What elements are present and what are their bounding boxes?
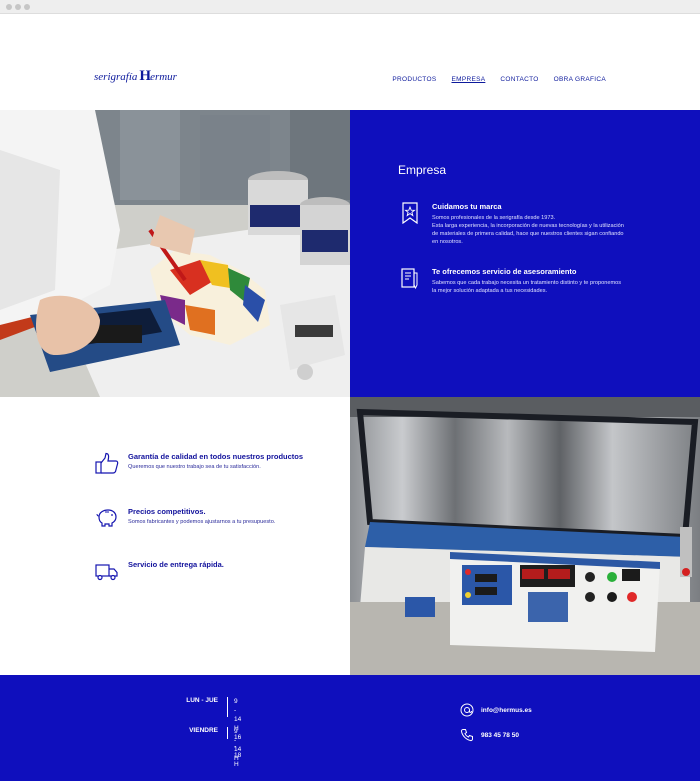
contact-info: info@hermus.es 983 45 78 50 [460, 699, 532, 749]
nav-empresa[interactable]: EMPRESA [451, 76, 485, 83]
nav-contacto[interactable]: CONTACTO [500, 76, 538, 83]
phone-number[interactable]: 983 45 78 50 [481, 732, 519, 739]
email-link[interactable]: info@hermus.es [481, 707, 532, 714]
site-header: serigrafía H ermur PRODUCTOS EMPRESA CON… [0, 14, 700, 110]
empresa-panel: Empresa Cuidamos tu marca Somos profesio… [350, 110, 700, 397]
nav-obra-grafica[interactable]: OBRA GRAFICA [554, 76, 606, 83]
window-maximize-dot[interactable] [24, 4, 30, 10]
screen-printing-machine-photo [350, 397, 700, 675]
phone-icon [460, 729, 473, 742]
window-minimize-dot[interactable] [15, 4, 21, 10]
color-lab-photo [0, 110, 350, 397]
main-nav: PRODUCTOS EMPRESA CONTACTO OBRA GRAFICA [392, 76, 606, 83]
piggy-bank-icon [96, 509, 117, 527]
feature-text-line: Esta larga experiencia, la incorporación… [432, 223, 624, 229]
contact-email[interactable]: info@hermus.es [460, 699, 532, 721]
nav-productos[interactable]: PRODUCTOS [392, 76, 436, 83]
feature-title: Cuidamos tu marca [432, 202, 502, 211]
delivery-truck-icon [95, 564, 118, 581]
thumbs-up-icon [95, 452, 119, 474]
feature-text-line: Somos profesionales de la serigrafía des… [432, 215, 556, 221]
bookmark-star-icon [402, 202, 418, 224]
empresa-title: Empresa [398, 163, 447, 177]
document-pen-icon [401, 268, 418, 289]
window-close-dot[interactable] [6, 4, 12, 10]
hours-time-slot: 9 - 14 H [234, 728, 242, 762]
logo-prefix: serigrafía [94, 71, 138, 83]
hours-day: LUN - JUE [186, 697, 218, 704]
at-sign-icon [460, 703, 474, 717]
logo-suffix: ermur [150, 71, 177, 83]
benefit-title: Garantía de calidad en todos nuestros pr… [128, 452, 304, 461]
hours-day: VIENDRE [189, 727, 218, 734]
hours-divider [227, 697, 228, 717]
hours-divider [227, 727, 228, 739]
benefit-title: Precios competitivos. [128, 507, 206, 516]
benefits-panel: Garantía de calidad en todos nuestros pr… [0, 397, 350, 675]
contact-phone[interactable]: 983 45 78 50 [460, 724, 532, 746]
benefit-text: Somos fabricantes y podemos ajustarnos a… [128, 519, 276, 525]
feature-text-line: Sabemos que cada trabajo necesita un tra… [432, 280, 622, 286]
site-footer: LUN - JUE 9 - 14 H 16 - 18 H VIENDRE 9 -… [0, 675, 700, 781]
browser-title-bar [0, 0, 700, 14]
benefit-title: Servicio de entrega rápida. [128, 560, 224, 569]
benefit-text: Queremos que nuestro trabajo sea de tu s… [128, 464, 261, 470]
site-logo[interactable]: serigrafía H ermur [94, 68, 177, 85]
feature-title: Te ofrecemos servicio de asesoramiento [432, 267, 577, 276]
feature-text-line: de materiales de primera calidad, hace q… [432, 231, 624, 237]
feature-text-line: la mejor solución adaptada a tus necesid… [432, 288, 548, 294]
feature-text-line: en nosotros. [432, 239, 463, 245]
